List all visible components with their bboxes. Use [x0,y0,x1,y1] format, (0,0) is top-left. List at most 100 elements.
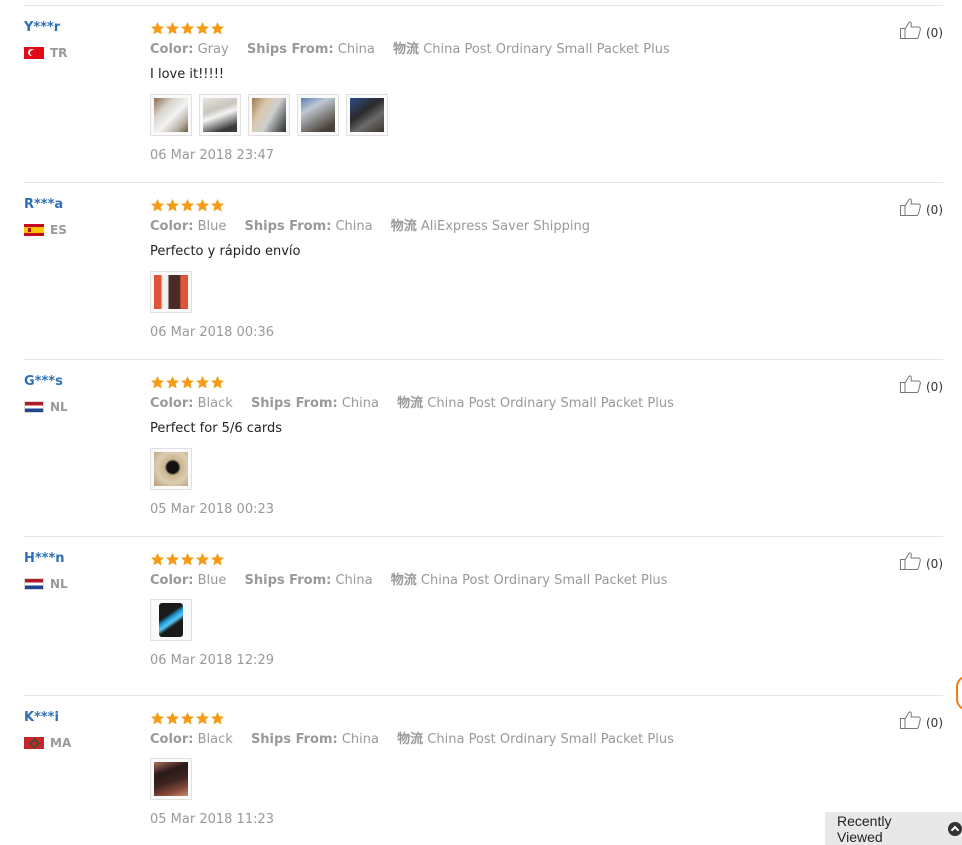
color-label: Color: [150,732,194,747]
reviewer-name[interactable]: H***n [24,551,134,567]
review-item: K***i MA Color: Black Ships From: China … [24,696,943,845]
review-photo-thumbnail[interactable] [150,271,192,313]
reviewer-country: ES [24,223,134,237]
helpful-button[interactable]: (0) [899,20,943,45]
country-code: TR [50,46,68,60]
review-photo-thumbnail[interactable] [199,94,241,136]
country-code: MA [50,736,72,750]
reviewer-name[interactable]: K***i [24,710,134,726]
flag-es-icon [24,224,44,236]
review-attributes: Color: Blue Ships From: China 物流 China P… [150,573,943,589]
helpful-button[interactable]: (0) [899,710,943,735]
thumbs-up-icon [899,551,923,576]
reviewer-info: K***i MA [24,710,134,750]
thumbs-up-icon [899,374,923,399]
chevron-up-icon [948,821,962,836]
review-body: Color: Gray Ships From: China 物流 China P… [150,20,943,164]
star-icon [195,198,210,213]
ships-from-label: Ships From: [250,732,338,747]
color-value: Black [197,732,233,747]
star-icon [180,552,195,567]
reviewer-name[interactable]: G***s [24,374,134,390]
review-item: G***s NL Color: Black Ships From: China … [24,360,943,537]
flag-ma-icon [24,737,44,749]
review-photo-thumbnail[interactable] [297,94,339,136]
star-icon [180,375,195,390]
reviews-page: Y***r TR Color: Gray Ships From: China 物… [0,0,962,845]
logistics-value: China Post Ordinary Small Packet Plus [423,42,670,57]
reviewer-name[interactable]: R***a [24,197,134,213]
helpful-count: (0) [926,556,943,571]
star-icon [150,198,165,213]
star-rating [150,710,943,726]
helpful-count: (0) [926,25,943,40]
star-icon [195,552,210,567]
reviewer-info: G***s NL [24,374,134,414]
review-date: 06 Mar 2018 12:29 [150,653,275,668]
reviewer-info: H***n NL [24,551,134,591]
ships-from-value: China [335,219,373,234]
reviewer-country: MA [24,736,134,750]
star-icon [210,21,225,36]
star-rating [150,20,943,36]
review-photo-thumbnail[interactable] [150,599,192,641]
review-body: Color: Blue Ships From: China 物流 China P… [150,551,943,669]
review-photo-thumbnail[interactable] [150,448,192,490]
review-photos [150,758,943,800]
review-photo-thumbnail[interactable] [346,94,388,136]
thumbs-up-icon [899,710,923,735]
review-body: Color: Blue Ships From: China 物流 AliExpr… [150,197,943,341]
color-label: Color: [150,219,194,234]
ships-from-value: China [341,732,379,747]
recently-viewed-button[interactable]: Recently Viewed [825,812,962,845]
review-date: 06 Mar 2018 00:36 [150,325,275,340]
review-photo-thumbnail[interactable] [248,94,290,136]
star-icon [150,375,165,390]
color-value: Gray [197,42,229,57]
helpful-button[interactable]: (0) [899,374,943,399]
reviewer-name[interactable]: Y***r [24,20,134,36]
reviewer-info: Y***r TR [24,20,134,60]
review-body: Color: Black Ships From: China 物流 China … [150,710,943,828]
logistics-value: China Post Ordinary Small Packet Plus [427,732,674,747]
star-icon [165,375,180,390]
ships-from-value: China [335,573,373,588]
star-rating [150,197,943,213]
ships-from-label: Ships From: [244,219,332,234]
review-photo-thumbnail[interactable] [150,94,192,136]
star-icon [165,552,180,567]
star-icon [180,711,195,726]
helpful-button[interactable]: (0) [899,197,943,222]
star-rating [150,551,943,567]
star-icon [165,21,180,36]
review-comment: Perfect for 5/6 cards [150,421,282,436]
star-icon [180,198,195,213]
review-attributes: Color: Black Ships From: China 物流 China … [150,732,943,748]
star-icon [210,711,225,726]
review-attributes: Color: Black Ships From: China 物流 China … [150,396,943,412]
logistics-label: 物流 [390,219,417,234]
star-icon [195,21,210,36]
country-code: NL [50,400,68,414]
star-icon [210,198,225,213]
helpful-count: (0) [926,715,943,730]
review-comment: I love it!!!!! [150,67,225,82]
review-photo-thumbnail[interactable] [150,758,192,800]
star-rating [150,374,943,390]
flag-nl-icon [24,401,44,413]
logistics-value: China Post Ordinary Small Packet Plus [427,396,674,411]
review-item: Y***r TR Color: Gray Ships From: China 物… [24,6,943,183]
logistics-value: AliExpress Saver Shipping [420,219,590,234]
ships-from-label: Ships From: [250,396,338,411]
reviewer-country: NL [24,400,134,414]
color-label: Color: [150,573,194,588]
star-icon [210,375,225,390]
review-item: R***a ES Color: Blue Ships From: China 物… [24,183,943,360]
review-date: 05 Mar 2018 00:23 [150,502,275,517]
recently-viewed-label: Recently Viewed [837,812,892,845]
thumbs-up-icon [899,197,923,222]
floating-widget-button[interactable] [956,675,962,711]
helpful-button[interactable]: (0) [899,551,943,576]
country-code: NL [50,577,68,591]
ships-from-value: China [337,42,375,57]
